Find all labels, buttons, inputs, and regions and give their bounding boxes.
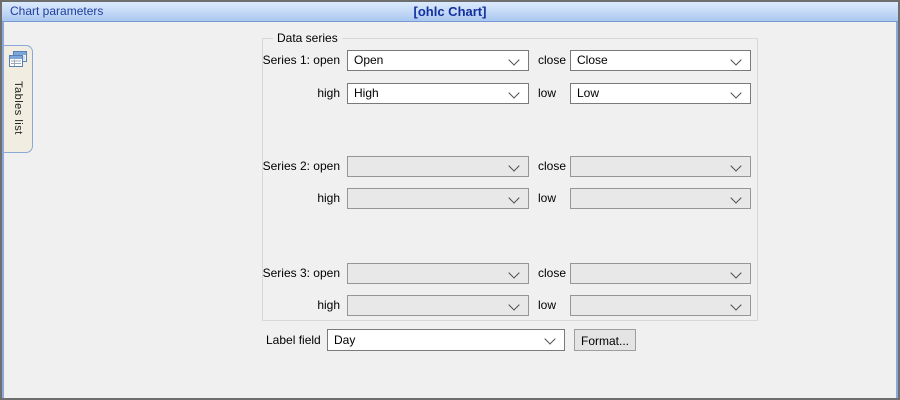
chevron-down-icon	[544, 333, 556, 345]
series-3-close-select[interactable]	[570, 263, 751, 284]
format-button[interactable]: Format...	[574, 329, 636, 351]
series-3-high-select[interactable]	[347, 295, 529, 316]
combo-value	[354, 189, 502, 208]
series-1-low-select[interactable]: Low	[570, 83, 751, 104]
series-3-open-select[interactable]	[347, 263, 529, 284]
series-2-low-label: low	[538, 191, 557, 205]
series-2-open-label: Series 2: open	[262, 159, 340, 173]
tables-icon	[9, 51, 27, 73]
series-3-high-label: high	[317, 298, 340, 312]
combo-value: Low	[577, 86, 600, 100]
series-1-high-select[interactable]: High	[347, 83, 529, 104]
chevron-down-icon	[730, 159, 742, 172]
series-3-low-label: low	[538, 298, 557, 312]
series-2-open-select[interactable]	[347, 156, 529, 177]
chevron-down-icon	[508, 191, 520, 204]
combo-value	[354, 264, 502, 283]
combo-value	[354, 157, 502, 176]
series-2-close-select[interactable]	[570, 156, 751, 177]
series-2-high-label: high	[317, 191, 340, 205]
combo-value	[577, 157, 724, 176]
chevron-down-icon	[508, 298, 520, 311]
series-3-open-label: Series 3: open	[262, 266, 340, 280]
series-3-low-select[interactable]	[570, 295, 751, 316]
combo-value: Close	[577, 53, 608, 67]
sidebar-tab-label: Tables list	[12, 81, 24, 135]
series-1-close-label: close	[538, 53, 567, 67]
chevron-down-icon	[730, 266, 742, 279]
series-1-close-select[interactable]: Close	[570, 50, 751, 71]
label-field-select[interactable]: Day	[327, 329, 565, 351]
chevron-down-icon	[730, 298, 742, 311]
chart-parameters-window: Chart parameters [ohlc Chart] Tables lis…	[0, 0, 900, 400]
chevron-down-icon	[730, 53, 742, 66]
dock-edge-right	[896, 22, 898, 398]
combo-value	[577, 296, 724, 315]
combo-value	[577, 189, 724, 208]
combo-value: High	[354, 86, 379, 100]
label-field-label: Label field	[266, 333, 321, 347]
chevron-down-icon	[508, 86, 520, 99]
series-2-close-label: close	[538, 159, 567, 173]
combo-value: Day	[334, 333, 356, 347]
sidebar-tab-tables-list[interactable]: Tables list	[4, 45, 33, 153]
series-1-open-label: Series 1: open	[262, 53, 340, 67]
series-2-high-select[interactable]	[347, 188, 529, 209]
series-1-high-label: high	[317, 86, 340, 100]
chevron-down-icon	[730, 191, 742, 204]
combo-value	[354, 296, 502, 315]
chevron-down-icon	[730, 86, 742, 99]
title-bar: Chart parameters [ohlc Chart]	[2, 2, 898, 22]
series-1-open-select[interactable]: Open	[347, 50, 529, 71]
combo-value: Open	[354, 53, 384, 67]
chart-type-title: [ohlc Chart]	[413, 4, 487, 19]
chevron-down-icon	[508, 159, 520, 172]
chevron-down-icon	[508, 53, 520, 66]
chevron-down-icon	[508, 266, 520, 279]
series-2-low-select[interactable]	[570, 188, 751, 209]
combo-value	[577, 264, 724, 283]
series-1-low-label: low	[538, 86, 557, 100]
groupbox-label: Data series	[273, 31, 342, 45]
series-3-close-label: close	[538, 266, 567, 280]
